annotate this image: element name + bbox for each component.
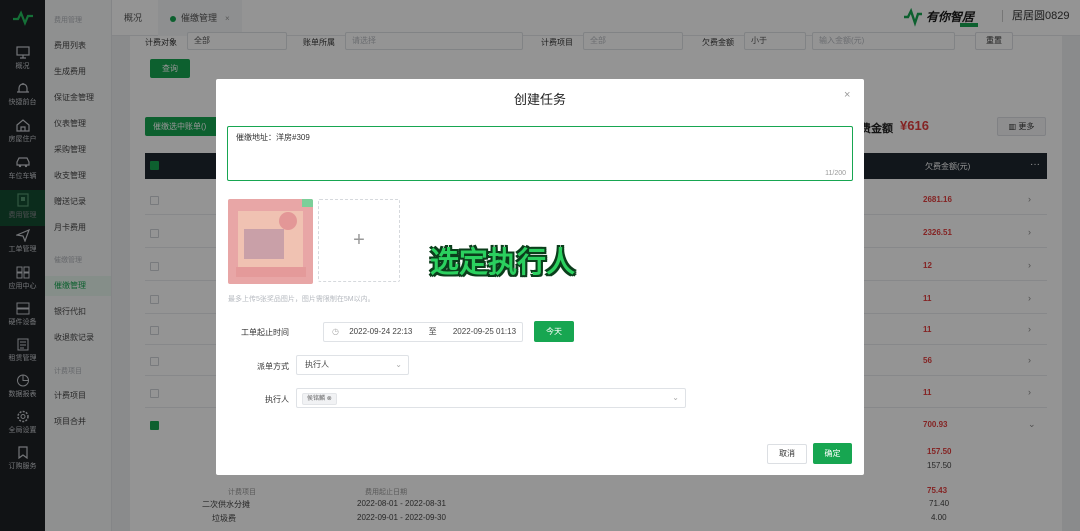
upload-image-button[interactable]: + (318, 199, 400, 282)
executor-tag[interactable]: 侯铭麟 ⊗ (302, 393, 337, 405)
tag-close-icon[interactable]: ⊗ (327, 396, 332, 402)
dispatch-select[interactable]: 执行人 ⌄ (296, 355, 409, 375)
dispatch-value: 执行人 (305, 360, 329, 369)
time-range-picker[interactable]: ◷ 2022-09-24 22:13 至 2022-09-25 01:13 (323, 322, 523, 342)
create-task-dialog: 创建任务 × 催缴地址：洋房#309 11/200 + 最多上传5张奖品图片，图… (216, 79, 864, 475)
char-count: 11/200 (825, 170, 846, 177)
dialog-title: 创建任务 (513, 92, 566, 107)
chevron-down-icon: ⌄ (672, 393, 679, 402)
cancel-button[interactable]: 取消 (767, 444, 807, 464)
caption-overlay: 选定执行人 (430, 245, 576, 279)
task-description-textarea[interactable]: 催缴地址：洋房#309 11/200 (227, 126, 853, 181)
clock-icon: ◷ (332, 327, 339, 336)
time-end: 2022-09-25 01:13 (452, 327, 517, 336)
upload-hint: 最多上传5张奖品图片，图片需限制在5M以内。 (228, 296, 375, 303)
time-start: 2022-09-24 22:13 (349, 327, 413, 336)
chevron-down-icon: ⌄ (395, 360, 402, 369)
dispatch-label: 派单方式 (257, 362, 289, 371)
today-button[interactable]: 今天 (534, 321, 574, 342)
close-icon[interactable]: × (844, 89, 850, 101)
executor-tag-label: 侯铭麟 (307, 396, 326, 402)
time-label: 工单起止时间 (241, 328, 289, 337)
confirm-button[interactable]: 确定 (813, 443, 852, 464)
executor-label: 执行人 (265, 395, 289, 404)
uploaded-image-thumbnail[interactable] (228, 199, 313, 284)
executor-select[interactable]: 侯铭麟 ⊗ ⌄ (296, 388, 686, 408)
time-separator: 至 (428, 327, 437, 336)
textarea-value: 催缴地址：洋房#309 (236, 133, 310, 142)
plus-icon: + (353, 229, 365, 251)
